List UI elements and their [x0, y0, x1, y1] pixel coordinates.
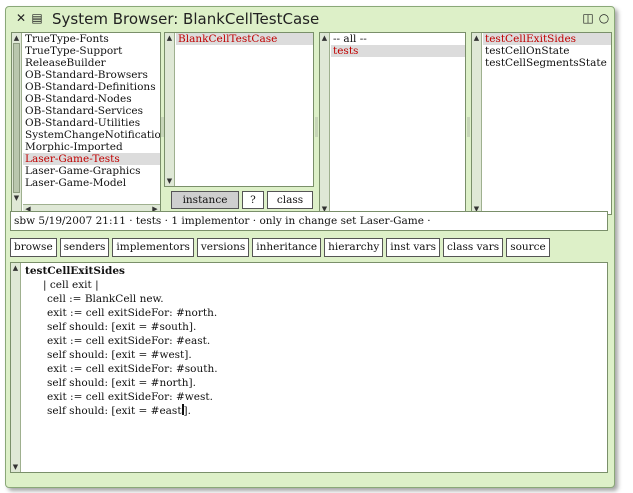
code-line: cell := BlankCell new.	[47, 293, 164, 305]
collapse-icon[interactable]: ◫	[582, 12, 594, 24]
code-line: exit := cell exitSideFor: #south.	[47, 363, 218, 375]
code-line-text: self should: [exit = #east	[47, 405, 182, 417]
package-item[interactable]: OB-Standard-Browsers	[23, 69, 160, 81]
class-item[interactable]: BlankCellTestCase	[176, 33, 313, 45]
package-item[interactable]: Laser-Game-Graphics	[23, 165, 160, 177]
scroll-up-icon[interactable]: ▲	[472, 33, 481, 43]
code-line: self should: [exit = #north].	[47, 377, 196, 389]
hierarchy-button[interactable]: hierarchy	[324, 238, 384, 257]
code-line: exit := cell exitSideFor: #east.	[47, 335, 211, 347]
package-list[interactable]: TrueType-Fonts TrueType-Support ReleaseBui…	[23, 33, 160, 214]
package-list-pane[interactable]: ▲ ▼ TrueType-Fonts TrueType-Support Releas…	[11, 32, 161, 215]
category-list[interactable]: -- all -- tests	[331, 33, 465, 214]
package-item[interactable]: OB-Standard-Utilities	[23, 117, 160, 129]
class-vars-button[interactable]: class vars	[442, 238, 504, 257]
package-item[interactable]: SystemChangeNotification	[23, 129, 160, 141]
code-line: | cell exit |	[43, 279, 99, 291]
class-list-pane[interactable]: ▲ ▼ BlankCellTestCase	[164, 32, 314, 187]
class-side-toggle: instance ? class	[168, 189, 316, 211]
package-item[interactable]: TrueType-Fonts	[23, 33, 160, 45]
inst-vars-button[interactable]: inst vars	[386, 238, 440, 257]
category-list-pane[interactable]: ▲ ▼ -- all -- tests	[319, 32, 466, 215]
category-item[interactable]: -- all --	[331, 33, 465, 45]
close-icon[interactable]: ✕	[15, 12, 27, 24]
scroll-down-icon[interactable]: ▼	[11, 462, 20, 472]
scroll-thumb[interactable]	[13, 43, 20, 193]
window-title: System Browser: BlankCellTestCase	[52, 10, 320, 28]
title-bar[interactable]: ✕ ▤ System Browser: BlankCellTestCase ◫ …	[6, 7, 614, 31]
method-item[interactable]: testCellExitSides	[483, 33, 611, 45]
versions-button[interactable]: versions	[196, 238, 250, 257]
expand-icon[interactable]: ○	[598, 12, 610, 24]
scroll-up-icon[interactable]: ▲	[165, 33, 174, 43]
pane-splitter[interactable]	[467, 117, 470, 137]
package-item[interactable]: Laser-Game-Tests	[23, 153, 160, 165]
category-item[interactable]: tests	[331, 45, 465, 57]
scroll-down-icon[interactable]: ▼	[165, 176, 174, 186]
code-line-text: ].	[183, 405, 191, 417]
method-info-line: sbw 5/19/2007 21:11 · tests · 1 implemen…	[10, 211, 608, 231]
package-vertical-scrollbar[interactable]: ▲ ▼	[12, 33, 22, 214]
senders-button[interactable]: senders	[59, 238, 110, 257]
window-menu-icon[interactable]: ▤	[31, 12, 43, 24]
source-button[interactable]: source	[506, 238, 550, 257]
package-item[interactable]: TrueType-Support	[23, 45, 160, 57]
scroll-up-icon[interactable]: ▲	[12, 33, 21, 43]
package-item[interactable]: OB-Standard-Nodes	[23, 93, 160, 105]
package-item[interactable]: OB-Standard-Definitions	[23, 81, 160, 93]
method-item[interactable]: testCellOnState	[483, 45, 611, 57]
code-editor[interactable]: ▲ ▼ testCellExitSides | cell exit | cell :…	[10, 262, 608, 473]
package-item[interactable]: ReleaseBuilder	[23, 57, 160, 69]
implementors-button[interactable]: implementors	[112, 238, 194, 257]
scroll-up-icon[interactable]: ▲	[11, 263, 20, 273]
method-list[interactable]: testCellExitSides testCellOnState testCell…	[483, 33, 611, 214]
pane-splitter[interactable]	[161, 117, 164, 137]
instance-button[interactable]: instance	[171, 191, 239, 209]
pane-splitter[interactable]	[315, 117, 318, 137]
code-line: exit := cell exitSideFor: #north.	[47, 307, 218, 319]
package-item[interactable]: OB-Standard-Services	[23, 105, 160, 117]
method-body: | cell exit | cell := BlankCell new. exit …	[25, 278, 218, 404]
class-vertical-scrollbar[interactable]: ▲ ▼	[165, 33, 175, 186]
category-vertical-scrollbar[interactable]: ▲ ▼	[320, 33, 330, 214]
code-line: self should: [exit = #south].	[47, 321, 197, 333]
help-button[interactable]: ?	[242, 191, 264, 209]
scroll-down-icon[interactable]: ▼	[12, 193, 21, 203]
class-button[interactable]: class	[267, 191, 313, 209]
method-vertical-scrollbar[interactable]: ▲ ▼	[472, 33, 482, 214]
scroll-up-icon[interactable]: ▲	[320, 33, 329, 43]
class-list[interactable]: BlankCellTestCase	[176, 33, 313, 186]
package-item[interactable]: Morphic-Imported	[23, 141, 160, 153]
code-line: self should: [exit = #east].	[25, 404, 218, 418]
browser-toolbar: browse senders implementors versions inh…	[10, 238, 550, 257]
code-line: exit := cell exitSideFor: #west.	[47, 391, 213, 403]
method-source[interactable]: testCellExitSides | cell exit | cell := Bl…	[25, 264, 218, 418]
method-signature: testCellExitSides	[25, 265, 125, 277]
inheritance-button[interactable]: inheritance	[252, 238, 322, 257]
browse-button[interactable]: browse	[10, 238, 57, 257]
method-list-pane[interactable]: ▲ ▼ testCellExitSides testCellOnState test…	[471, 32, 612, 215]
package-item[interactable]: Laser-Game-Model	[23, 177, 160, 189]
code-line: self should: [exit = #west].	[47, 349, 192, 361]
method-item[interactable]: testCellSegmentsState	[483, 57, 611, 69]
code-vertical-scrollbar[interactable]: ▲ ▼	[11, 263, 21, 472]
